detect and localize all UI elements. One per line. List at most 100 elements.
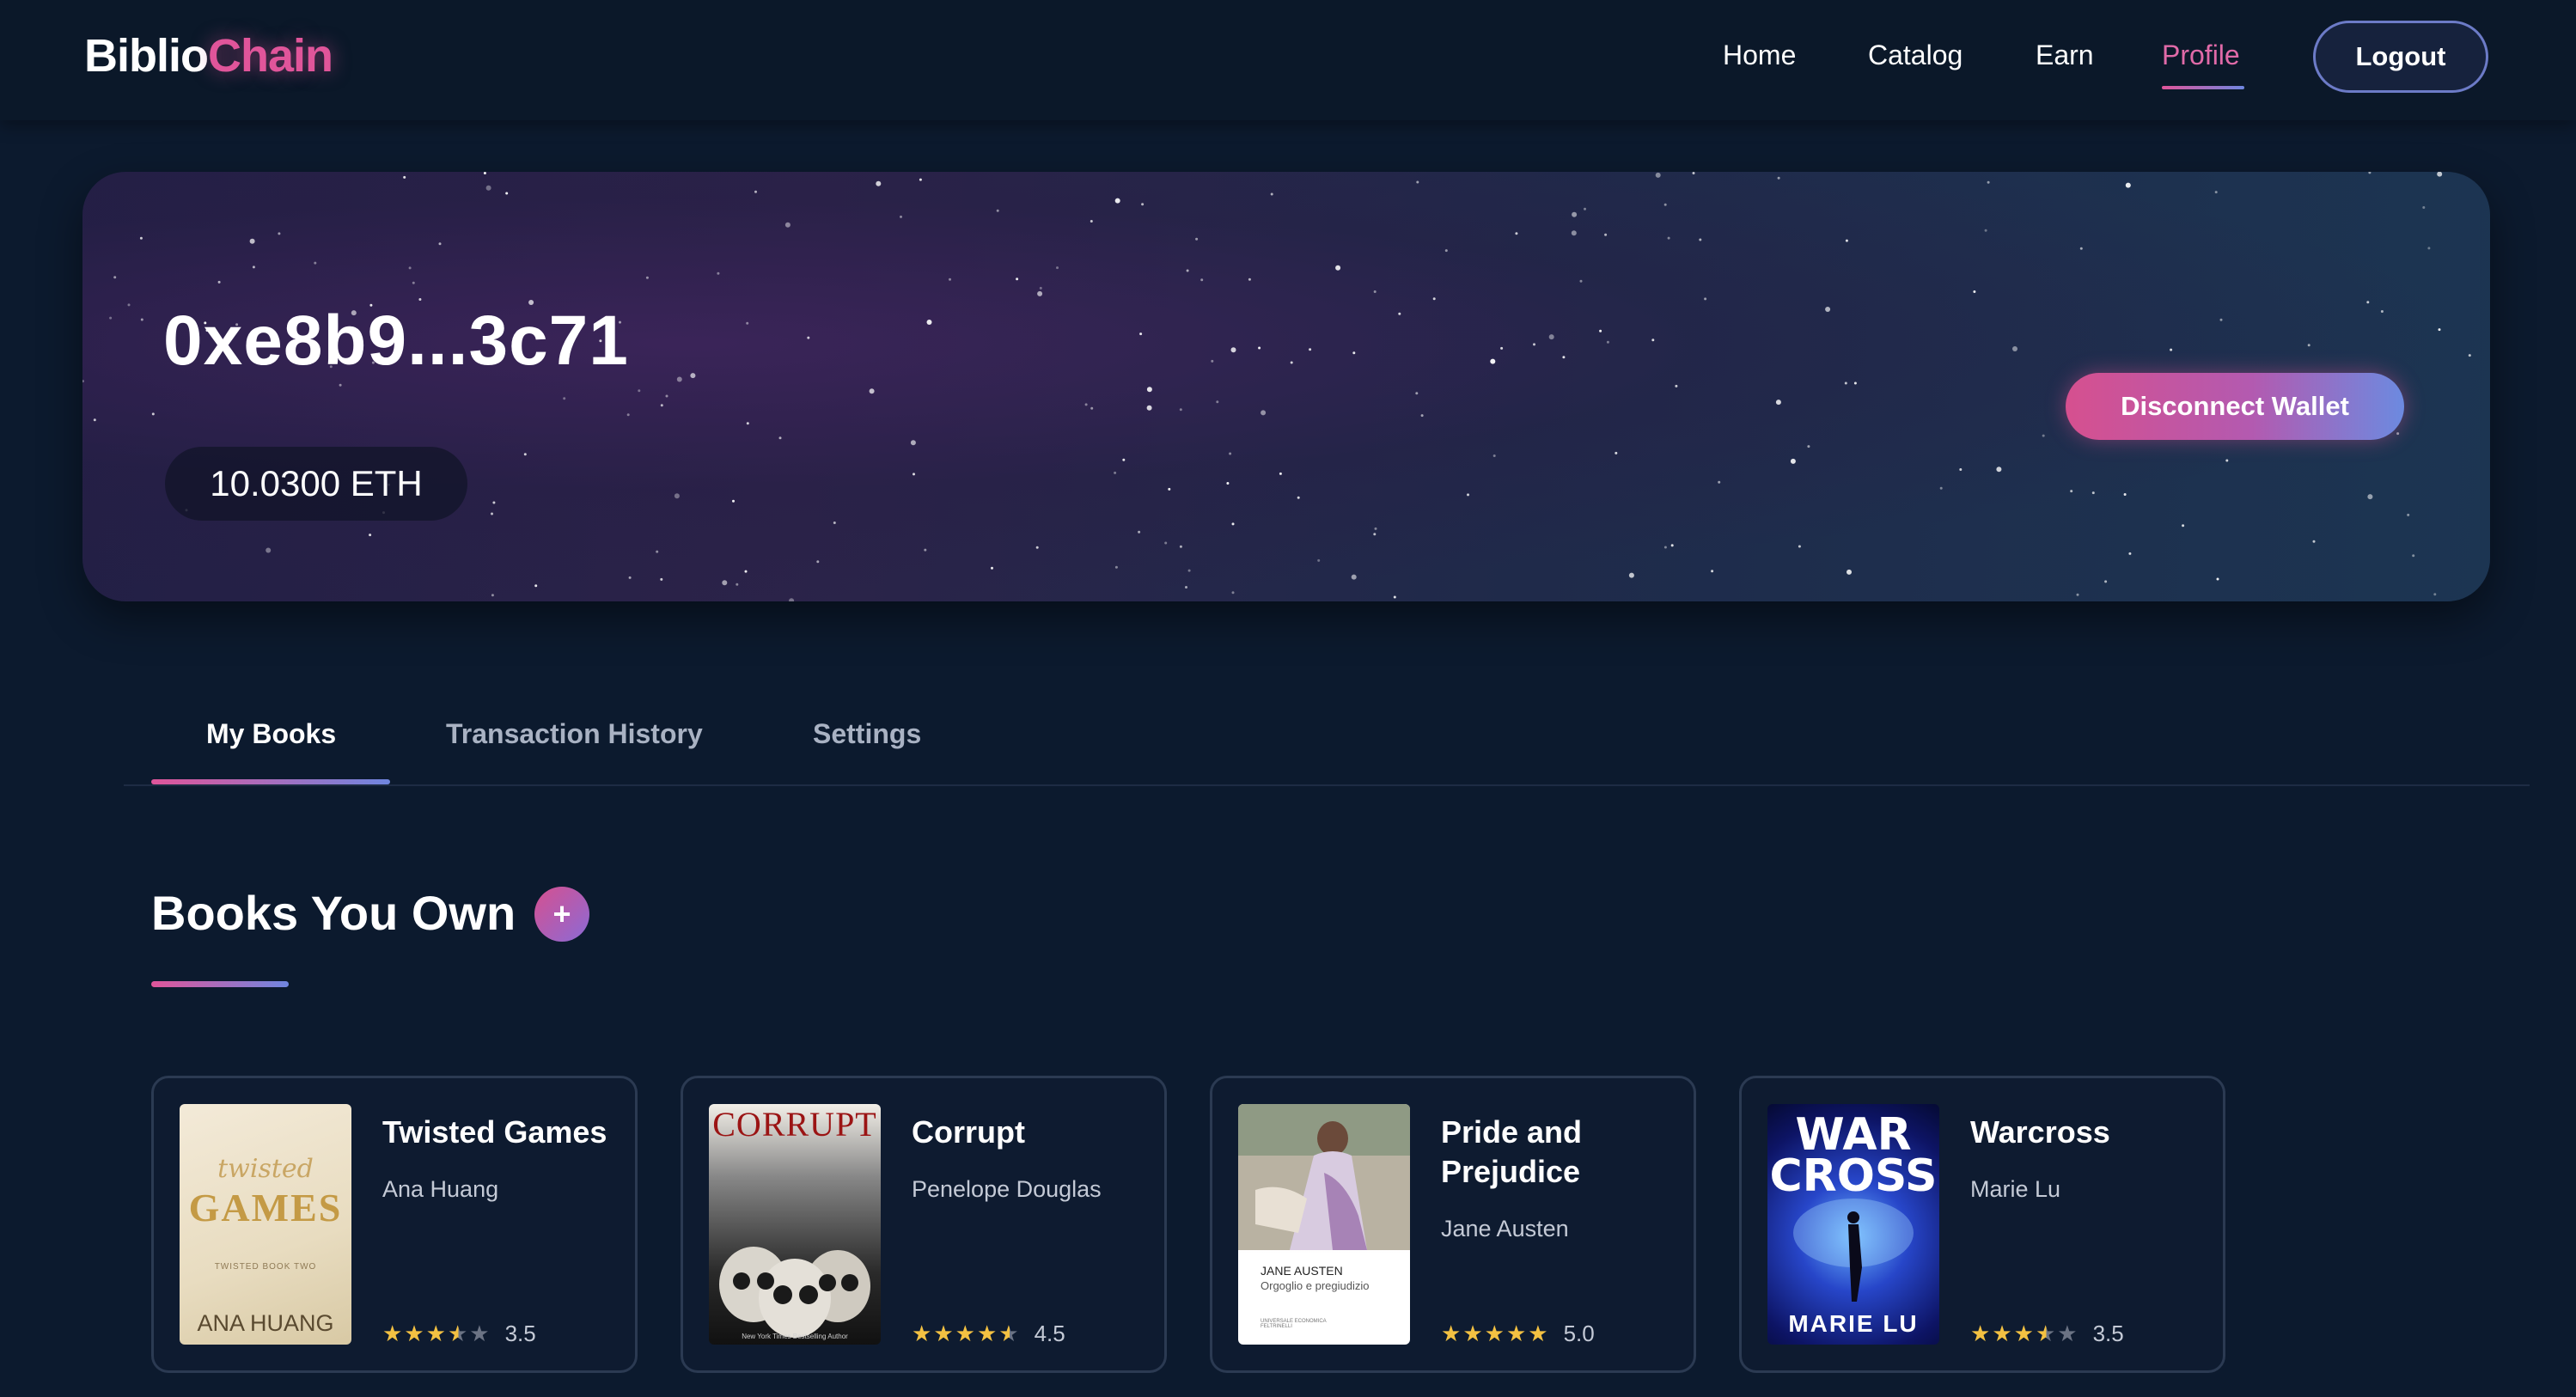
star-dot bbox=[1628, 572, 1634, 578]
star-dot bbox=[403, 175, 406, 179]
star-dot bbox=[1317, 558, 1321, 562]
cover-main-text: GAMES bbox=[188, 1186, 343, 1229]
star-half-icon: ★ bbox=[2035, 1321, 2058, 1346]
star-dot bbox=[2380, 310, 2384, 313]
star-dot bbox=[2104, 580, 2108, 583]
star-full-icon: ★ bbox=[382, 1321, 405, 1346]
book-title: Corrupt bbox=[912, 1114, 1025, 1150]
star-dot bbox=[1415, 392, 1419, 395]
star-full-icon: ★ bbox=[1992, 1321, 2014, 1346]
star-dot bbox=[408, 266, 412, 270]
rating-value: 3.5 bbox=[504, 1321, 536, 1346]
star-dot bbox=[736, 583, 739, 586]
star-dot bbox=[1847, 569, 1852, 575]
star-dot bbox=[1231, 591, 1235, 595]
nav-link-earn[interactable]: Earn bbox=[2036, 40, 2094, 71]
star-dot bbox=[816, 560, 820, 564]
star-dot bbox=[1663, 546, 1667, 549]
star-empty-icon: ★ bbox=[2057, 1321, 2079, 1346]
tab-my-books[interactable]: My Books bbox=[206, 718, 336, 750]
star-dot bbox=[314, 261, 317, 265]
book-card[interactable]: twisted GAMES TWISTED BOOK TWO ANA HUANG… bbox=[151, 1076, 638, 1373]
star-dot bbox=[1675, 384, 1678, 387]
star-dot bbox=[744, 570, 748, 573]
book-rating: ★★★★★ 3.5 bbox=[382, 1321, 536, 1347]
book-rating: ★★★★★ 5.0 bbox=[1441, 1321, 1595, 1347]
tab-settings[interactable]: Settings bbox=[813, 718, 921, 750]
star-dot bbox=[1248, 278, 1251, 281]
star-dot bbox=[1996, 467, 2002, 473]
star-dot bbox=[1562, 356, 1566, 359]
painting-illustration bbox=[1238, 1104, 1410, 1250]
disconnect-wallet-button[interactable]: Disconnect Wallet bbox=[2066, 373, 2404, 440]
tab-transaction-history[interactable]: Transaction History bbox=[446, 718, 703, 750]
book-card[interactable]: WAR CROSS MARIE LU Warcross Marie Lu ★★★… bbox=[1739, 1076, 2225, 1373]
book-card[interactable]: JANE AUSTEN Orgoglio e pregiudizio UNIVE… bbox=[1210, 1076, 1696, 1373]
star-dot bbox=[1179, 545, 1182, 548]
star-dot bbox=[1987, 180, 1990, 184]
star-dot bbox=[109, 316, 113, 320]
cover-author-text: MARIE LU bbox=[1788, 1310, 1919, 1337]
star-dot bbox=[412, 281, 415, 284]
star-dot bbox=[1500, 346, 1504, 350]
star-dot bbox=[660, 404, 663, 407]
star-dot bbox=[266, 547, 272, 553]
star-dot bbox=[1229, 452, 1232, 455]
star-empty-icon: ★ bbox=[469, 1321, 491, 1346]
star-dot bbox=[82, 380, 84, 383]
top-nav-bar: BiblioChain Home Catalog Earn Profile Lo… bbox=[0, 0, 2576, 120]
star-dot bbox=[2396, 432, 2400, 436]
star-dot bbox=[1056, 266, 1059, 270]
rating-value: 4.5 bbox=[1034, 1321, 1065, 1346]
star-dot bbox=[369, 534, 372, 537]
star-dot bbox=[1845, 239, 1848, 242]
book-card[interactable]: CORRUPT New York Times Bestselling Autho… bbox=[681, 1076, 1167, 1373]
star-dot bbox=[2216, 577, 2219, 581]
star-dot bbox=[789, 598, 795, 601]
star-dot bbox=[1090, 406, 1094, 410]
star-full-icon: ★ bbox=[1528, 1321, 1550, 1346]
star-dot bbox=[1393, 595, 1396, 599]
logout-button[interactable]: Logout bbox=[2313, 21, 2488, 93]
star-dot bbox=[523, 453, 527, 456]
star-dot bbox=[1572, 211, 1578, 217]
nav-link-profile[interactable]: Profile bbox=[2162, 40, 2240, 71]
star-full-icon: ★ bbox=[1484, 1321, 1506, 1346]
nav-link-home[interactable]: Home bbox=[1723, 40, 1796, 71]
star-dot bbox=[2438, 328, 2441, 332]
star-dot bbox=[1711, 570, 1714, 573]
book-rating: ★★★★★ 3.5 bbox=[1970, 1321, 2124, 1347]
star-dot bbox=[1670, 544, 1674, 547]
cover-author-text: JANE AUSTEN bbox=[1261, 1264, 1343, 1278]
star-dot bbox=[1035, 546, 1039, 549]
star-dot bbox=[674, 493, 680, 499]
star-dot bbox=[869, 388, 875, 394]
star-dot bbox=[2412, 554, 2415, 558]
section-title-underline bbox=[151, 981, 289, 987]
star-dot bbox=[1122, 458, 1126, 461]
star-dot bbox=[1798, 545, 1801, 548]
star-dot bbox=[139, 236, 143, 240]
star-dot bbox=[1279, 472, 1282, 475]
star-dot bbox=[2042, 434, 2045, 437]
star-full-icon: ★ bbox=[1505, 1321, 1529, 1346]
star-dot bbox=[1114, 565, 1118, 569]
star-dot bbox=[505, 192, 509, 195]
star-dot bbox=[1016, 278, 1019, 281]
app-logo[interactable]: BiblioChain bbox=[84, 29, 333, 82]
star-dot bbox=[1139, 332, 1143, 336]
star-dot bbox=[2012, 346, 2017, 351]
nav-link-catalog[interactable]: Catalog bbox=[1868, 40, 1963, 71]
star-dot bbox=[1352, 351, 1356, 355]
star-dot bbox=[1606, 340, 1609, 344]
star-dot bbox=[1699, 238, 1702, 241]
star-dot bbox=[1185, 586, 1187, 589]
star-dot bbox=[656, 550, 659, 553]
star-full-icon: ★ bbox=[976, 1321, 999, 1346]
book-rating: ★★★★★ 4.5 bbox=[912, 1321, 1065, 1347]
add-book-button[interactable]: + bbox=[534, 887, 589, 942]
rating-stars: ★★★★★ bbox=[912, 1321, 1021, 1347]
skull-illustration bbox=[719, 1247, 870, 1338]
star-dot bbox=[1420, 414, 1424, 418]
profile-page: BiblioChain Home Catalog Earn Profile Lo… bbox=[0, 0, 2576, 1397]
